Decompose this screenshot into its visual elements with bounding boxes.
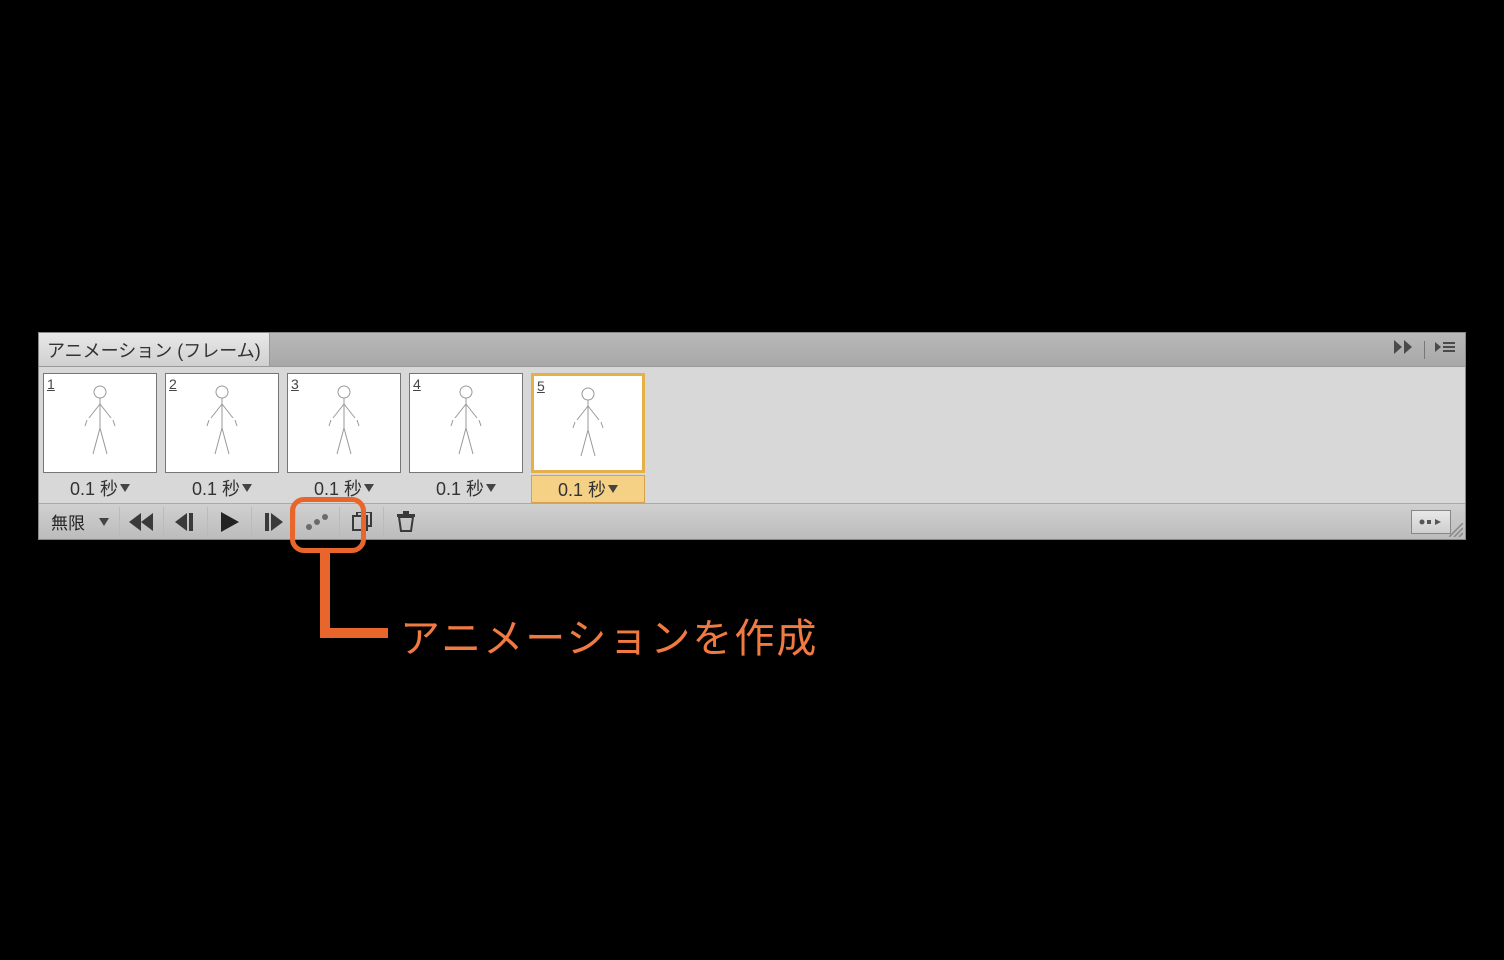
animation-panel: アニメーション (フレーム) 1 [38, 332, 1466, 540]
divider-icon [1424, 341, 1425, 359]
timeline-options-icon[interactable] [1411, 510, 1451, 534]
frame-delay-value: 0.1 秒 [70, 475, 118, 501]
frame-delay-value: 0.1 秒 [558, 476, 606, 502]
next-frame-button[interactable] [251, 507, 295, 537]
frame-thumbnail[interactable]: 5 0.1 秒 [531, 373, 645, 503]
frame-delay-dropdown[interactable]: 0.1 秒 [165, 475, 279, 501]
duplicate-frame-button[interactable] [339, 507, 383, 537]
resize-handle-icon[interactable] [1449, 523, 1463, 537]
frame-content-icon [77, 382, 123, 464]
play-button[interactable] [207, 507, 251, 537]
callout-label: アニメーションを作成 [400, 606, 818, 664]
frame-thumbnail[interactable]: 1 0.1 秒 [43, 373, 157, 503]
dropdown-arrow-icon [99, 518, 109, 526]
frame-number: 5 [537, 378, 545, 394]
frame-thumb[interactable]: 2 [165, 373, 279, 473]
frame-delay-dropdown[interactable]: 0.1 秒 [531, 475, 645, 503]
frame-delay-dropdown[interactable]: 0.1 秒 [43, 475, 157, 501]
callout-connector-vertical [320, 553, 330, 638]
frame-number: 4 [413, 376, 421, 392]
frame-thumb[interactable]: 1 [43, 373, 157, 473]
dropdown-arrow-icon [364, 484, 374, 492]
dropdown-arrow-icon [120, 484, 130, 492]
frame-number: 3 [291, 376, 299, 392]
dropdown-arrow-icon [486, 484, 496, 492]
dropdown-arrow-icon [242, 484, 252, 492]
panel-title: アニメーション (フレーム) [47, 337, 261, 363]
loop-label: 無限 [51, 509, 85, 534]
frames-row: 1 0.1 秒 2 0.1 秒 3 [39, 367, 1465, 503]
panel-header-controls [1394, 333, 1465, 366]
frame-delay-dropdown[interactable]: 0.1 秒 [287, 475, 401, 501]
panel-tab-animation[interactable]: アニメーション (フレーム) [39, 333, 270, 366]
controls-row: 無限 [39, 503, 1465, 539]
frame-thumbnail[interactable]: 4 0.1 秒 [409, 373, 523, 503]
fast-forward-icon[interactable] [1394, 340, 1414, 359]
frame-delay-value: 0.1 秒 [436, 475, 484, 501]
panel-header: アニメーション (フレーム) [39, 333, 1465, 367]
frame-content-icon [199, 382, 245, 464]
tween-button[interactable] [295, 507, 339, 537]
frame-content-icon [565, 384, 611, 466]
panel-menu-icon[interactable] [1435, 340, 1455, 359]
panel-header-spacer [270, 333, 1394, 366]
delete-frame-button[interactable] [383, 507, 427, 537]
frame-thumbnail[interactable]: 3 0.1 秒 [287, 373, 401, 503]
frame-number: 1 [47, 376, 55, 392]
frame-thumbnail[interactable]: 2 0.1 秒 [165, 373, 279, 503]
frame-thumb[interactable]: 5 [531, 373, 645, 473]
loop-dropdown[interactable]: 無限 [45, 509, 119, 534]
callout-connector-horizontal [320, 628, 388, 638]
frame-delay-dropdown[interactable]: 0.1 秒 [409, 475, 523, 501]
prev-frame-button[interactable] [163, 507, 207, 537]
frame-thumb[interactable]: 4 [409, 373, 523, 473]
frame-delay-value: 0.1 秒 [314, 475, 362, 501]
frame-delay-value: 0.1 秒 [192, 475, 240, 501]
frame-number: 2 [169, 376, 177, 392]
frame-thumb[interactable]: 3 [287, 373, 401, 473]
frame-content-icon [321, 382, 367, 464]
first-frame-button[interactable] [119, 507, 163, 537]
dropdown-arrow-icon [608, 485, 618, 493]
frame-content-icon [443, 382, 489, 464]
